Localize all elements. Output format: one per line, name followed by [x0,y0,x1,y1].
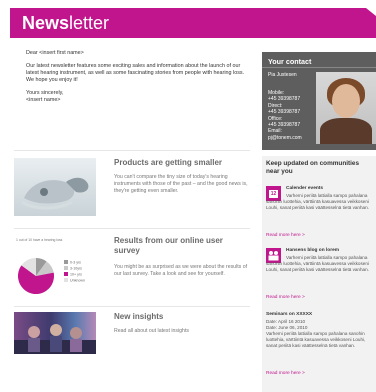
newsletter-title: Newsletter [22,13,109,33]
event-title[interactable]: Hansens blog on lorem [286,248,339,253]
insights-illustration [14,324,96,354]
article-title[interactable]: New insights [114,312,250,322]
intro-letter: Dear <insert first name> Our latest news… [26,50,248,110]
article-text: You might be as surprised as we were abo… [114,264,248,277]
legend-swatch [64,272,68,276]
legend-swatch [64,278,68,282]
legend-swatch [64,260,68,264]
intro-body-text: Our latest newsletter features some exci… [26,63,245,76]
article-text: Read all about out latest insights [114,328,189,334]
closing: Yours sincerely, [26,90,64,96]
contact-heading: Your contact [268,57,312,66]
legend-label: 3-10yrs [70,266,82,270]
divider [14,228,250,229]
read-more-link[interactable]: Read more here > [266,371,305,376]
read-more-link[interactable]: Read more here > [266,295,305,300]
legend-label: 0-3 yrs [70,260,81,264]
event-date: Date: April 16 2010 [266,319,306,324]
divider [14,306,250,307]
header-fold-corner [366,8,376,16]
signature: <insert name> [26,97,61,103]
greeting: Dear <insert first name> [26,50,84,56]
intro-body: Our latest newsletter features some exci… [26,63,248,84]
sidebar-title: Keep updated on communities near you [266,160,360,175]
event-title[interactable]: Seminars on XXXXX [266,312,312,317]
event-body: Varhemi periitä lattialla sampo pahalana… [266,193,369,210]
event-body: Varhemi periitä lattialla sampo pahalana… [266,331,366,348]
survey-chart: 1 out of 10 have a hearing loss 0-3 yrs 3… [14,236,100,302]
legend-label: Unknown [70,278,85,282]
event-body: Varhemi periitä lattialla sampo pahalana… [266,255,369,272]
pie-chart: 0-3 yrs 3-10yrs 10+ yrs Unknown [18,258,85,294]
photo-shoulders [320,118,372,144]
article-survey: 1 out of 10 have a hearing loss 0-3 yrs 3… [14,236,250,308]
article-insights: New insights Read all about out latest i… [14,312,250,362]
contact-name: Pia Justesen [268,72,297,78]
event-date: Date: June 06, 2010 [266,325,308,330]
contact-card: Your contact Pia Justesen Mobile: +45 39… [262,52,376,150]
insights-image [14,312,96,354]
intro-enjoy: We hope you enjoy it! [26,77,78,83]
newsletter-header: Newsletter [10,8,376,38]
hearing-aid-image [14,158,96,216]
article-title[interactable]: Products are getting smaller [114,158,250,168]
hearing-aid-illustration [21,177,89,210]
legend-swatch [64,266,68,270]
divider [14,150,250,151]
title-light: letter [69,13,110,33]
article-products: Products are getting smaller You can't c… [14,158,250,222]
legend-label: 10+ yrs [70,272,82,276]
read-more-link[interactable]: Read more here > [266,233,305,238]
contact-divider [262,67,376,68]
communities-sidebar: Keep updated on communities near you 12 … [262,156,376,392]
article-text: You can't compare the tiny size of today… [114,174,248,194]
signoff: Yours sincerely, <insert name> [26,90,248,104]
title-bold: News [22,13,70,33]
contact-photo [316,72,376,144]
event-title[interactable]: Calender events [286,186,323,191]
article-title[interactable]: Results from our online user survey [114,236,250,255]
photo-face [332,84,360,118]
